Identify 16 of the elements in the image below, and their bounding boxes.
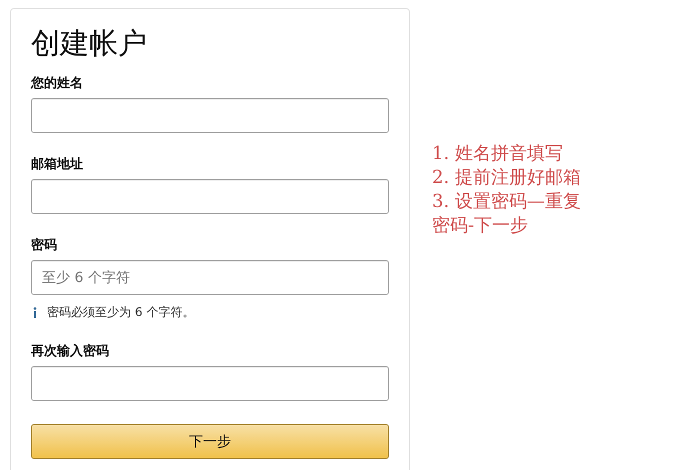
input-field[interactable]: 至少 6 个字符 xyxy=(31,260,389,295)
info-icon xyxy=(33,307,37,318)
form-title: 创建帐户 xyxy=(31,25,148,62)
annotation-text: 1. 姓名拼音填写 xyxy=(432,142,564,166)
field-label: 密码 xyxy=(31,237,57,255)
annotation-text: 2. 提前注册好邮箱 xyxy=(432,166,581,190)
next-button[interactable]: 下一步 xyxy=(31,424,389,459)
input-field[interactable] xyxy=(31,366,389,401)
input-field[interactable] xyxy=(31,179,389,214)
field-label: 邮箱地址 xyxy=(31,156,83,174)
field-label: 您的姓名 xyxy=(31,75,83,93)
annotation-text: 3. 设置密码—重复 xyxy=(432,190,581,214)
annotation-text: 密码-下一步 xyxy=(432,214,530,238)
input-field[interactable] xyxy=(31,98,389,133)
hint-text: 密码必须至少为 6 个字符。 xyxy=(47,304,194,321)
field-label: 再次输入密码 xyxy=(31,343,109,361)
